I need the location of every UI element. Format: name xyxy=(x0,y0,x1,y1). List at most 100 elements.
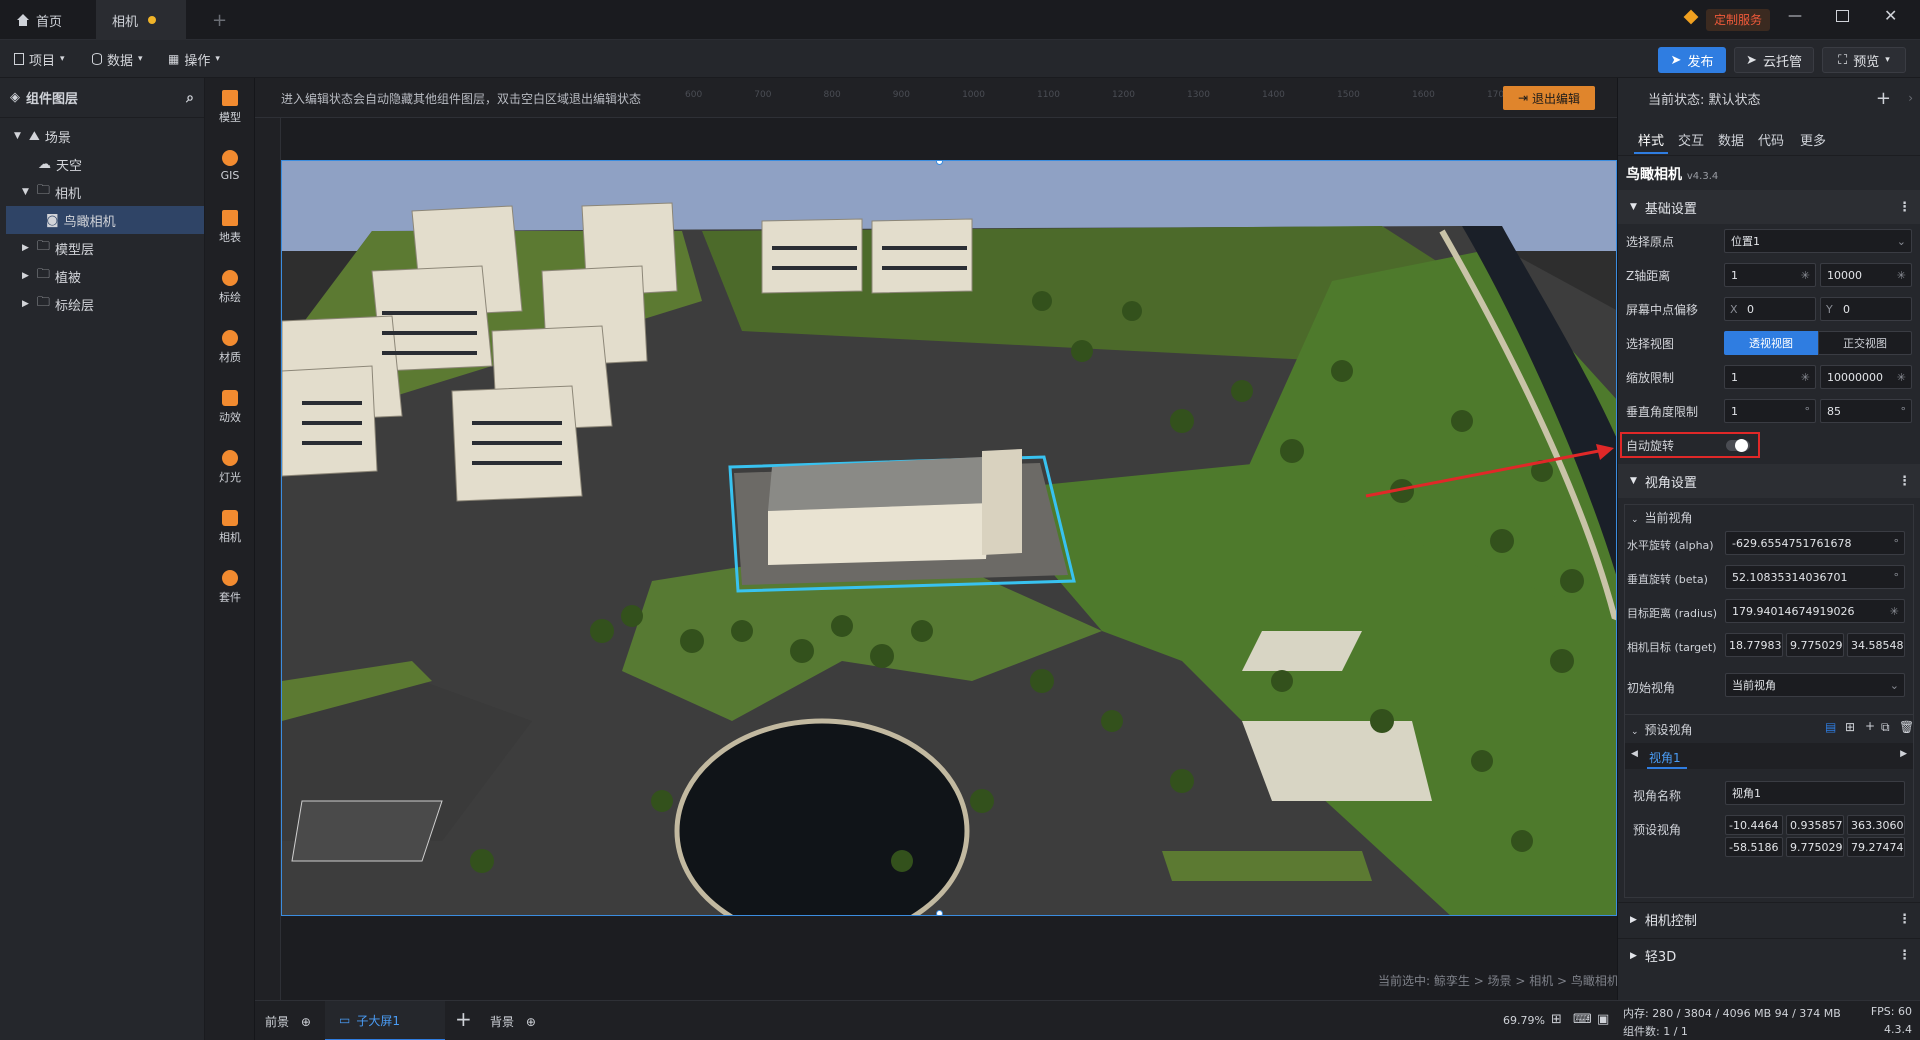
more-icon[interactable]: ⋮ xyxy=(1898,200,1911,215)
scene-viewport[interactable] xyxy=(281,160,1617,916)
add-icon[interactable]: + xyxy=(1865,719,1875,733)
resize-handle-bottom[interactable] xyxy=(936,910,943,915)
asterisk-icon: ✳ xyxy=(1896,268,1906,282)
tool-label: GIS xyxy=(220,169,240,182)
tree-label: 植被 xyxy=(54,270,81,286)
keyboard-icon[interactable]: ⌨ xyxy=(1573,1012,1592,1027)
minimize-icon[interactable]: — xyxy=(1788,8,1802,24)
tool-material[interactable]: 材质 xyxy=(205,330,255,365)
tool-marker[interactable]: 标绘 xyxy=(205,270,255,305)
tab-interaction[interactable]: 交互 xyxy=(1678,130,1704,149)
preset-value-input[interactable]: 9.775029 xyxy=(1786,837,1844,857)
origin-label: 选择原点 xyxy=(1626,234,1675,249)
section-view[interactable]: ▼ 视角设置 ⋮ xyxy=(1618,464,1920,498)
preset-value-input[interactable]: -10.4464 xyxy=(1725,815,1783,835)
cloud-hosting-button[interactable]: ➤ 云托管 xyxy=(1734,47,1814,73)
tool-terrain[interactable]: 地表 xyxy=(205,210,255,245)
chevron-right-icon[interactable]: › xyxy=(1908,91,1913,105)
more-icon[interactable]: ⋮ xyxy=(1898,912,1911,927)
menu-ops[interactable]: ▦ 操作 ▾ xyxy=(168,48,220,70)
section-camera-control[interactable]: ▶ 相机控制 ⋮ xyxy=(1618,902,1920,936)
foreground-tab[interactable]: 前景 ⊕ xyxy=(265,1013,311,1030)
menu-data[interactable]: 数据 ▾ xyxy=(92,48,143,70)
add-circle-icon[interactable]: ⊕ xyxy=(301,1015,311,1029)
more-icon[interactable]: ⋮ xyxy=(1898,948,1911,963)
terminal-icon[interactable]: ▣ xyxy=(1597,1012,1609,1027)
add-tab-button[interactable]: + xyxy=(196,0,243,40)
tree-item-plot-layer[interactable]: ▶ 🗀 标绘层 xyxy=(0,290,204,318)
tool-model[interactable]: 模型 xyxy=(205,90,255,125)
add-circle-icon[interactable]: ⊕ xyxy=(526,1015,536,1029)
offset-y-input[interactable]: Y0 xyxy=(1820,297,1912,321)
tree-item-model-layer[interactable]: ▶ 🗀 模型层 xyxy=(0,234,204,262)
vangle-min-input[interactable]: 1 ° xyxy=(1724,399,1816,423)
target-y-input[interactable]: 9.775029 xyxy=(1786,633,1844,657)
tab-data[interactable]: 数据 xyxy=(1718,130,1744,149)
tab-more[interactable]: 更多 xyxy=(1800,130,1826,149)
background-tab[interactable]: 背景 ⊕ xyxy=(490,1013,536,1030)
screen-tab-1[interactable]: ▭ 子大屏1 xyxy=(325,1001,445,1040)
delete-icon[interactable]: 🗑 xyxy=(1899,720,1914,734)
section-basic[interactable]: ▼ 基础设置 ⋮ xyxy=(1618,190,1920,224)
preview-button[interactable]: ⛶ 预览 ▾ xyxy=(1822,47,1906,73)
breadcrumb-prefix: 当前选中: xyxy=(1378,974,1431,988)
tool-light[interactable]: 灯光 xyxy=(205,450,255,485)
zoom-min-input[interactable]: 1 ✳ xyxy=(1724,365,1816,389)
zoom-level[interactable]: 69.79% xyxy=(1503,1014,1545,1027)
preset-value-input[interactable]: -58.5186 xyxy=(1725,837,1783,857)
init-view-select[interactable]: 当前视角 ⌄ xyxy=(1725,673,1905,697)
current-view-header[interactable]: ⌄ 当前视角 xyxy=(1631,509,1693,526)
target-x-input[interactable]: 18.779831 xyxy=(1725,633,1783,657)
tab-code[interactable]: 代码 xyxy=(1758,130,1784,149)
alpha-input[interactable]: -629.6554751761678 ° xyxy=(1725,531,1905,555)
add-state-icon[interactable]: + xyxy=(1876,88,1891,109)
exit-edit-button[interactable]: ⇥ 退出编辑 xyxy=(1503,86,1595,110)
publish-button[interactable]: ➤ 发布 xyxy=(1658,47,1726,73)
tree-item-birdseye-camera[interactable]: ◙ 鸟瞰相机 xyxy=(6,206,204,234)
tree-item-sky[interactable]: ☁ 天空 xyxy=(0,150,204,178)
tool-effect[interactable]: 动效 xyxy=(205,390,255,425)
tool-kit[interactable]: 套件 xyxy=(205,570,255,605)
preset-value-input[interactable]: 0.935857 xyxy=(1786,815,1844,835)
radius-input[interactable]: 179.94014674919026 ✳ xyxy=(1725,599,1905,623)
copy-icon[interactable]: ⧉ xyxy=(1881,720,1890,735)
tool-gis[interactable]: GIS xyxy=(205,150,255,182)
caret-left-icon[interactable]: ◀ xyxy=(1631,749,1638,759)
tab-style[interactable]: 样式 xyxy=(1638,130,1664,149)
beta-input[interactable]: 52.10835314036701 ° xyxy=(1725,565,1905,589)
close-icon[interactable]: ✕ xyxy=(1884,6,1897,25)
auto-rotate-toggle[interactable] xyxy=(1726,439,1750,452)
preset-value-input[interactable]: 363.3060 xyxy=(1847,815,1905,835)
menu-project[interactable]: 项目 ▾ xyxy=(14,48,65,70)
zoom-max-input[interactable]: 10000000 ✳ xyxy=(1820,365,1912,389)
preset-tab-1[interactable]: 视角1 xyxy=(1649,749,1681,766)
add-screen-button[interactable]: + xyxy=(455,1007,472,1031)
custom-service-button[interactable]: 定制服务 xyxy=(1706,9,1771,31)
layout-icon[interactable]: ▤ xyxy=(1825,720,1836,734)
tool-camera[interactable]: 相机 xyxy=(205,510,255,545)
table-icon[interactable]: ⊞ xyxy=(1845,720,1855,734)
perspective-toggle[interactable]: 透视视图 xyxy=(1724,331,1818,355)
offset-x-input[interactable]: X0 xyxy=(1724,297,1816,321)
tab-home[interactable]: 首页 xyxy=(0,0,96,40)
tree-item-scene[interactable]: ▼ ⛰ 场景 xyxy=(0,122,204,150)
origin-select[interactable]: 位置1 ⌄ xyxy=(1724,229,1912,253)
z-min-input[interactable]: 1 ✳ xyxy=(1724,263,1816,287)
tab-camera[interactable]: 相机 xyxy=(96,0,186,40)
preset-name-input[interactable]: 视角1 xyxy=(1725,781,1905,805)
preset-view-header[interactable]: ⌄ 预设视角 xyxy=(1631,721,1693,738)
tree-item-camera-group[interactable]: ▼ 🗀 相机 xyxy=(0,178,204,206)
preset-value-input[interactable]: 79.27474 xyxy=(1847,837,1905,857)
caret-right-icon[interactable]: ▶ xyxy=(1900,749,1907,759)
target-z-input[interactable]: 34.58548 xyxy=(1847,633,1905,657)
section-light3d[interactable]: ▶ 轻3D ⋮ xyxy=(1618,938,1920,972)
vangle-max-input[interactable]: 85 ° xyxy=(1820,399,1912,423)
restore-icon[interactable] xyxy=(1836,10,1849,22)
tree-item-vegetation[interactable]: ▶ 🗀 植被 xyxy=(0,262,204,290)
more-icon[interactable]: ⋮ xyxy=(1898,474,1911,489)
z-max-input[interactable]: 10000 ✳ xyxy=(1820,263,1912,287)
orthographic-toggle[interactable]: 正交视图 xyxy=(1818,331,1912,355)
search-icon[interactable]: ⌕ xyxy=(186,90,194,106)
fit-screen-icon[interactable]: ⊞ xyxy=(1551,1012,1562,1027)
section-basic-title: 基础设置 xyxy=(1644,201,1697,217)
